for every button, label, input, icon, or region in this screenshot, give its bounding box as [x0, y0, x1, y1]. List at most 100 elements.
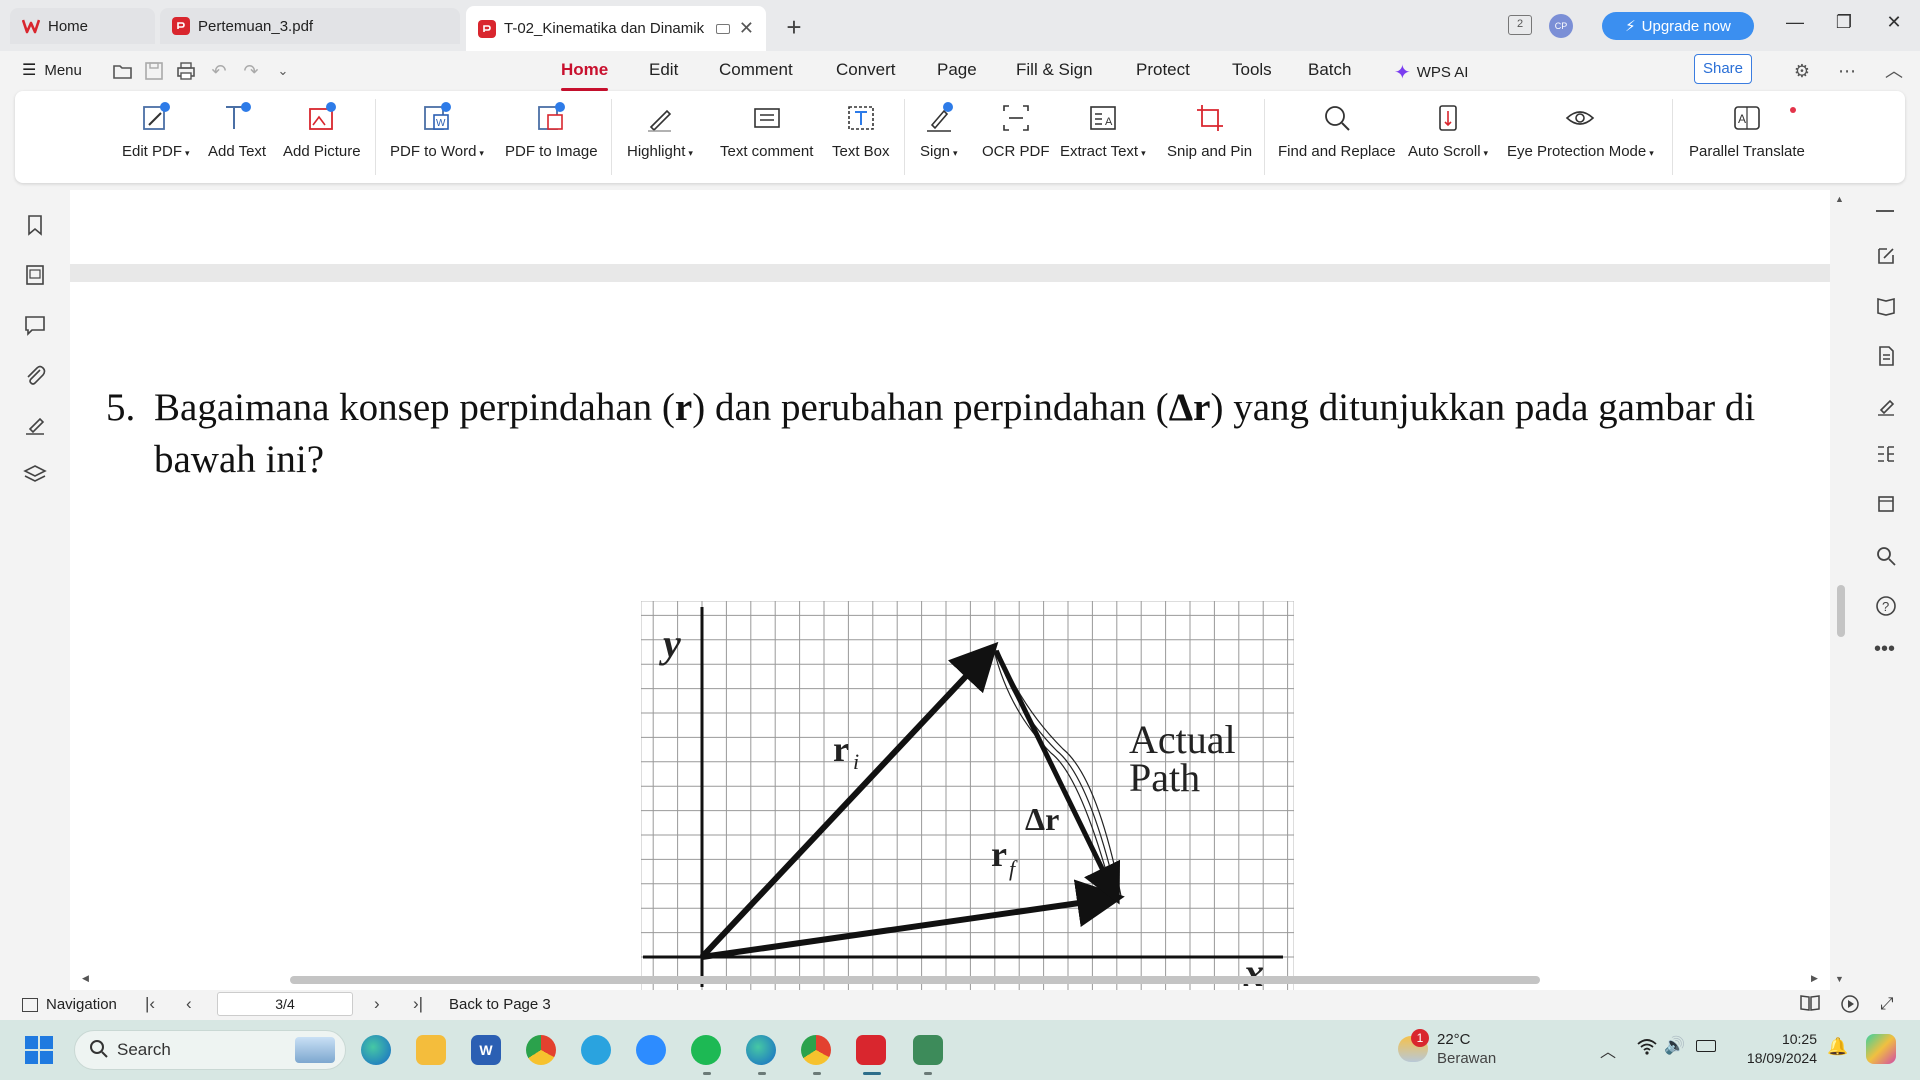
tab-comment[interactable]: Comment	[719, 60, 793, 80]
close-window-icon[interactable]: ✕	[1879, 12, 1909, 33]
edge-icon[interactable]	[361, 1035, 391, 1065]
text-comment-button[interactable]: Text comment	[720, 101, 813, 160]
extract-text-button[interactable]: A Extract Text ▾	[1060, 101, 1146, 160]
parallel-translate-button[interactable]: A Parallel Translate	[1689, 101, 1805, 160]
add-picture-button[interactable]: Add Picture	[283, 101, 361, 160]
new-tab-button[interactable]: +	[782, 12, 806, 42]
vertical-scroll-thumb[interactable]	[1837, 585, 1845, 637]
more-side-icon[interactable]: •••	[1874, 638, 1895, 661]
minimize-icon[interactable]: —	[1780, 12, 1810, 33]
first-page-icon[interactable]: |‹	[145, 994, 155, 1014]
help-icon[interactable]: ?	[1874, 594, 1898, 618]
layers-icon[interactable]	[22, 462, 48, 488]
wifi-icon[interactable]	[1636, 1036, 1658, 1061]
tab-page[interactable]: Page	[937, 60, 977, 80]
tab-protect[interactable]: Protect	[1136, 60, 1190, 80]
thumbnail-icon[interactable]	[22, 262, 48, 288]
notification-bell-icon[interactable]: 🔔	[1827, 1037, 1848, 1057]
back-to-page-link[interactable]: Back to Page 3	[449, 996, 551, 1013]
close-tab-icon[interactable]: ✕	[739, 18, 754, 39]
document-list-icon[interactable]	[1874, 344, 1898, 368]
fullscreen-icon[interactable]: ⤢	[1880, 994, 1894, 1014]
tab-wps-ai[interactable]: ✦ WPS AI	[1394, 60, 1468, 85]
next-page-icon[interactable]: ›	[374, 994, 380, 1014]
tab-home[interactable]: Home	[10, 8, 155, 44]
auto-scroll-button[interactable]: Auto Scroll ▾	[1408, 101, 1488, 160]
monitor-icon[interactable]	[716, 23, 730, 34]
battery-icon[interactable]	[1696, 1040, 1716, 1052]
redo-icon[interactable]: ↷	[240, 60, 262, 82]
snip-pin-button[interactable]: Snip and Pin	[1167, 101, 1252, 160]
save-icon[interactable]	[143, 60, 165, 82]
scroll-up-icon[interactable]: ▲	[1835, 194, 1844, 204]
edit-icon[interactable]	[1874, 244, 1898, 268]
collapse-panel-icon[interactable]	[1876, 210, 1894, 212]
undo-icon[interactable]: ↶	[208, 60, 230, 82]
telegram-icon[interactable]	[581, 1035, 611, 1065]
avatar[interactable]: CP	[1549, 14, 1573, 38]
taskbar-clock[interactable]: 10:25 18/09/2024	[1737, 1030, 1817, 1068]
find-replace-button[interactable]: Find and Replace	[1278, 101, 1396, 160]
upgrade-button[interactable]: ⚡ Upgrade now	[1602, 12, 1754, 40]
add-text-button[interactable]: Add Text	[208, 101, 266, 160]
comment-icon[interactable]	[22, 312, 48, 338]
open-folder-icon[interactable]	[112, 60, 134, 82]
print-icon[interactable]	[175, 60, 197, 82]
share-button[interactable]: Share	[1694, 54, 1752, 84]
crop-icon[interactable]	[1874, 492, 1898, 516]
volume-icon[interactable]: 🔊	[1664, 1036, 1685, 1056]
word-icon[interactable]: W	[471, 1035, 501, 1065]
eye-protection-button[interactable]: Eye Protection Mode ▾	[1507, 101, 1654, 160]
restore-icon[interactable]: ❐	[1829, 12, 1859, 33]
horizontal-scrollbar[interactable]: ◀ ▶	[70, 970, 1830, 988]
document-viewport[interactable]: 5. Bagaimana konsep perpindahan (r) dan …	[70, 190, 1830, 990]
play-icon[interactable]	[1840, 994, 1860, 1019]
weather-widget[interactable]: 22°C Berawan	[1437, 1030, 1496, 1068]
vertical-scrollbar[interactable]: ▲ ▼	[1830, 190, 1850, 990]
book-add-icon[interactable]	[1874, 294, 1898, 318]
windows-start-icon[interactable]	[24, 1035, 54, 1065]
ocr-pdf-button[interactable]: OCR PDF	[982, 101, 1050, 160]
attachment-icon[interactable]	[22, 362, 48, 388]
last-page-icon[interactable]: ›|	[413, 994, 423, 1014]
tray-chevron-up-icon[interactable]: ︿	[1600, 1038, 1616, 1062]
previous-page-icon[interactable]: ‹	[186, 994, 192, 1014]
remote-desktop-icon[interactable]	[913, 1035, 943, 1065]
settings-icon[interactable]: ⚙	[1791, 60, 1813, 82]
horizontal-scroll-thumb[interactable]	[290, 976, 1540, 984]
tab-convert[interactable]: Convert	[836, 60, 896, 80]
scroll-left-icon[interactable]: ◀	[82, 973, 89, 984]
navigation-button[interactable]: Navigation	[22, 996, 117, 1013]
signature-icon[interactable]	[22, 412, 48, 438]
edge-profile-icon[interactable]	[746, 1035, 776, 1065]
chevron-down-icon[interactable]: ⌄	[272, 60, 294, 82]
more-icon[interactable]: ⋯	[1836, 60, 1858, 82]
wps-office-icon[interactable]	[856, 1035, 886, 1065]
window-count-badge[interactable]: 2	[1508, 15, 1532, 35]
scroll-down-icon[interactable]: ▼	[1835, 974, 1844, 984]
page-number-input[interactable]: 3/4	[217, 992, 353, 1016]
pen-sign-icon[interactable]	[1874, 394, 1898, 418]
tab-home-menu[interactable]: Home	[561, 60, 609, 91]
zoom-icon[interactable]	[636, 1035, 666, 1065]
split-icon[interactable]	[1874, 442, 1898, 466]
pdf-to-word-button[interactable]: W PDF to Word ▾	[390, 101, 484, 160]
copilot-icon[interactable]	[1866, 1034, 1896, 1064]
collapse-ribbon-icon[interactable]: ︿	[1883, 60, 1905, 82]
tab-tools[interactable]: Tools	[1232, 60, 1272, 80]
tab-kinematika[interactable]: T-02_Kinematika dan Dinamik ✕	[466, 6, 766, 51]
chrome-icon[interactable]	[526, 1035, 556, 1065]
edit-pdf-button[interactable]: Edit PDF ▾	[122, 101, 190, 160]
bookmark-icon[interactable]	[22, 212, 48, 238]
tab-edit[interactable]: Edit	[649, 60, 678, 80]
highlight-button[interactable]: Highlight ▾	[627, 101, 693, 160]
tab-fill-sign[interactable]: Fill & Sign	[1016, 60, 1093, 80]
chrome-profile-icon[interactable]	[801, 1035, 831, 1065]
scroll-right-icon[interactable]: ▶	[1811, 973, 1818, 984]
tab-batch[interactable]: Batch	[1308, 60, 1351, 80]
search-side-icon[interactable]	[1874, 544, 1898, 568]
spotify-icon[interactable]	[691, 1035, 721, 1065]
reading-mode-icon[interactable]	[1800, 994, 1820, 1017]
pdf-to-image-button[interactable]: PDF to Image	[505, 101, 598, 160]
text-box-button[interactable]: Text Box	[832, 101, 890, 160]
